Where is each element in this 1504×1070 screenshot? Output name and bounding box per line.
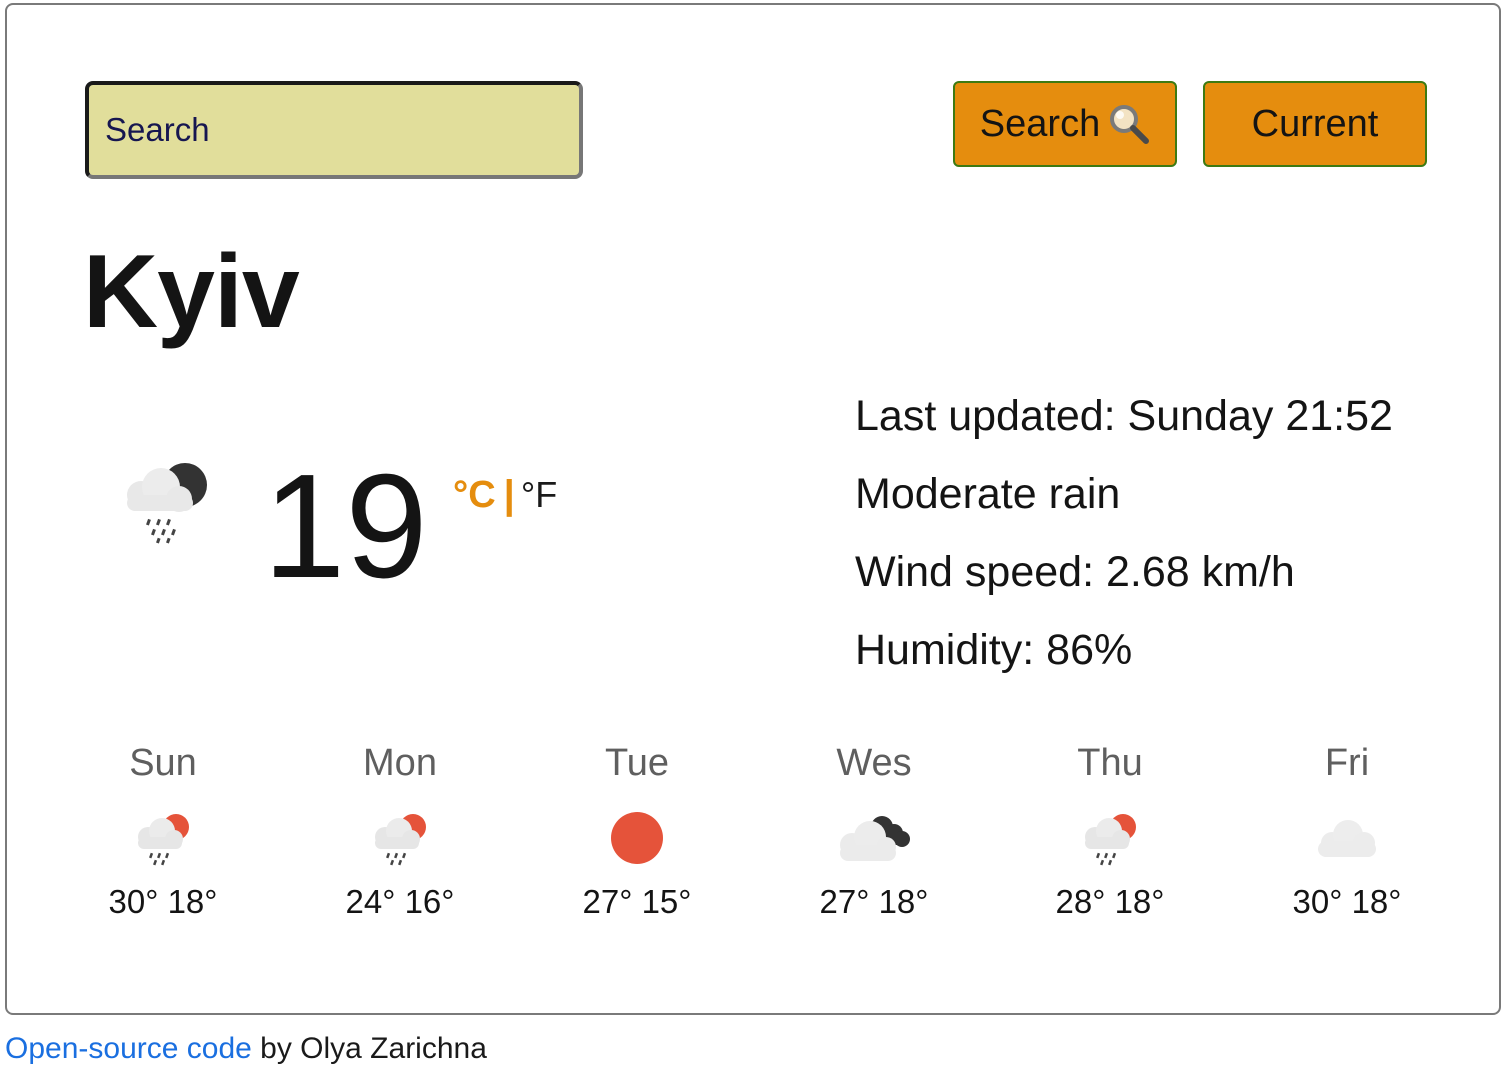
cloud-icon [1247, 803, 1447, 873]
source-code-link[interactable]: Open-source code [5, 1032, 252, 1065]
forecast-day: Wes 27° 18° [774, 739, 974, 921]
rain-sun-icon [1010, 803, 1210, 873]
search-button-label: Search [979, 102, 1101, 145]
unit-separator: | [503, 473, 515, 517]
current-temperature: 19 [263, 444, 428, 609]
forecast-day: Mon 24° 16° [300, 739, 500, 921]
footer: Open-source code by Olya Zarichna [5, 1032, 487, 1066]
sun-icon [537, 803, 737, 873]
forecast-day: Sun 30° 18° [63, 739, 263, 921]
broken-clouds-icon [774, 803, 974, 873]
search-input[interactable] [85, 81, 583, 179]
forecast: Sun 30° 18° Mon 24° 16° Tue 27° 15° Wes [47, 739, 1467, 949]
city-name: Kyiv [83, 234, 300, 350]
weather-details: Last updated: Sunday 21:52 Moderate rain… [855, 391, 1393, 703]
forecast-day-name: Wes [836, 742, 912, 784]
weather-description: Moderate rain [855, 470, 1121, 518]
forecast-temps: 27° 18° [819, 883, 929, 920]
forecast-temps: 30° 18° [1292, 883, 1402, 920]
rain-sun-icon [300, 803, 500, 873]
current-button-label: Current [1251, 102, 1379, 145]
forecast-temps: 30° 18° [108, 883, 218, 920]
fahrenheit-link[interactable]: °F [521, 477, 557, 513]
forecast-day-name: Mon [363, 742, 437, 784]
unit-switcher: °C | °F [453, 475, 557, 515]
magnifier-icon [1108, 103, 1150, 145]
forecast-day: Fri 30° 18° [1247, 739, 1447, 921]
celsius-link[interactable]: °C [453, 476, 496, 514]
forecast-day-name: Sun [129, 742, 197, 784]
last-updated: Last updated: Sunday 21:52 [855, 392, 1393, 440]
current-location-button[interactable]: Current [1203, 81, 1427, 167]
forecast-day-name: Tue [604, 742, 670, 784]
wind-speed: Wind speed: 2.68 km/h [855, 548, 1295, 596]
footer-author: by Olya Zarichna [251, 1032, 487, 1065]
forecast-day-name: Fri [1324, 742, 1370, 784]
forecast-day-name: Thu [1077, 742, 1143, 784]
forecast-temps: 24° 16° [345, 883, 455, 920]
forecast-day: Thu 28° 18° [1010, 739, 1210, 921]
rain-sun-icon [63, 803, 263, 873]
forecast-temps: 27° 15° [582, 883, 692, 920]
forecast-day: Tue 27° 15° [537, 739, 737, 921]
rain-night-icon [119, 461, 211, 545]
forecast-temps: 28° 18° [1055, 883, 1165, 920]
search-button[interactable]: Search [953, 81, 1177, 167]
humidity: Humidity: 86% [855, 626, 1133, 674]
weather-card: Search Current Kyiv [5, 3, 1501, 1015]
